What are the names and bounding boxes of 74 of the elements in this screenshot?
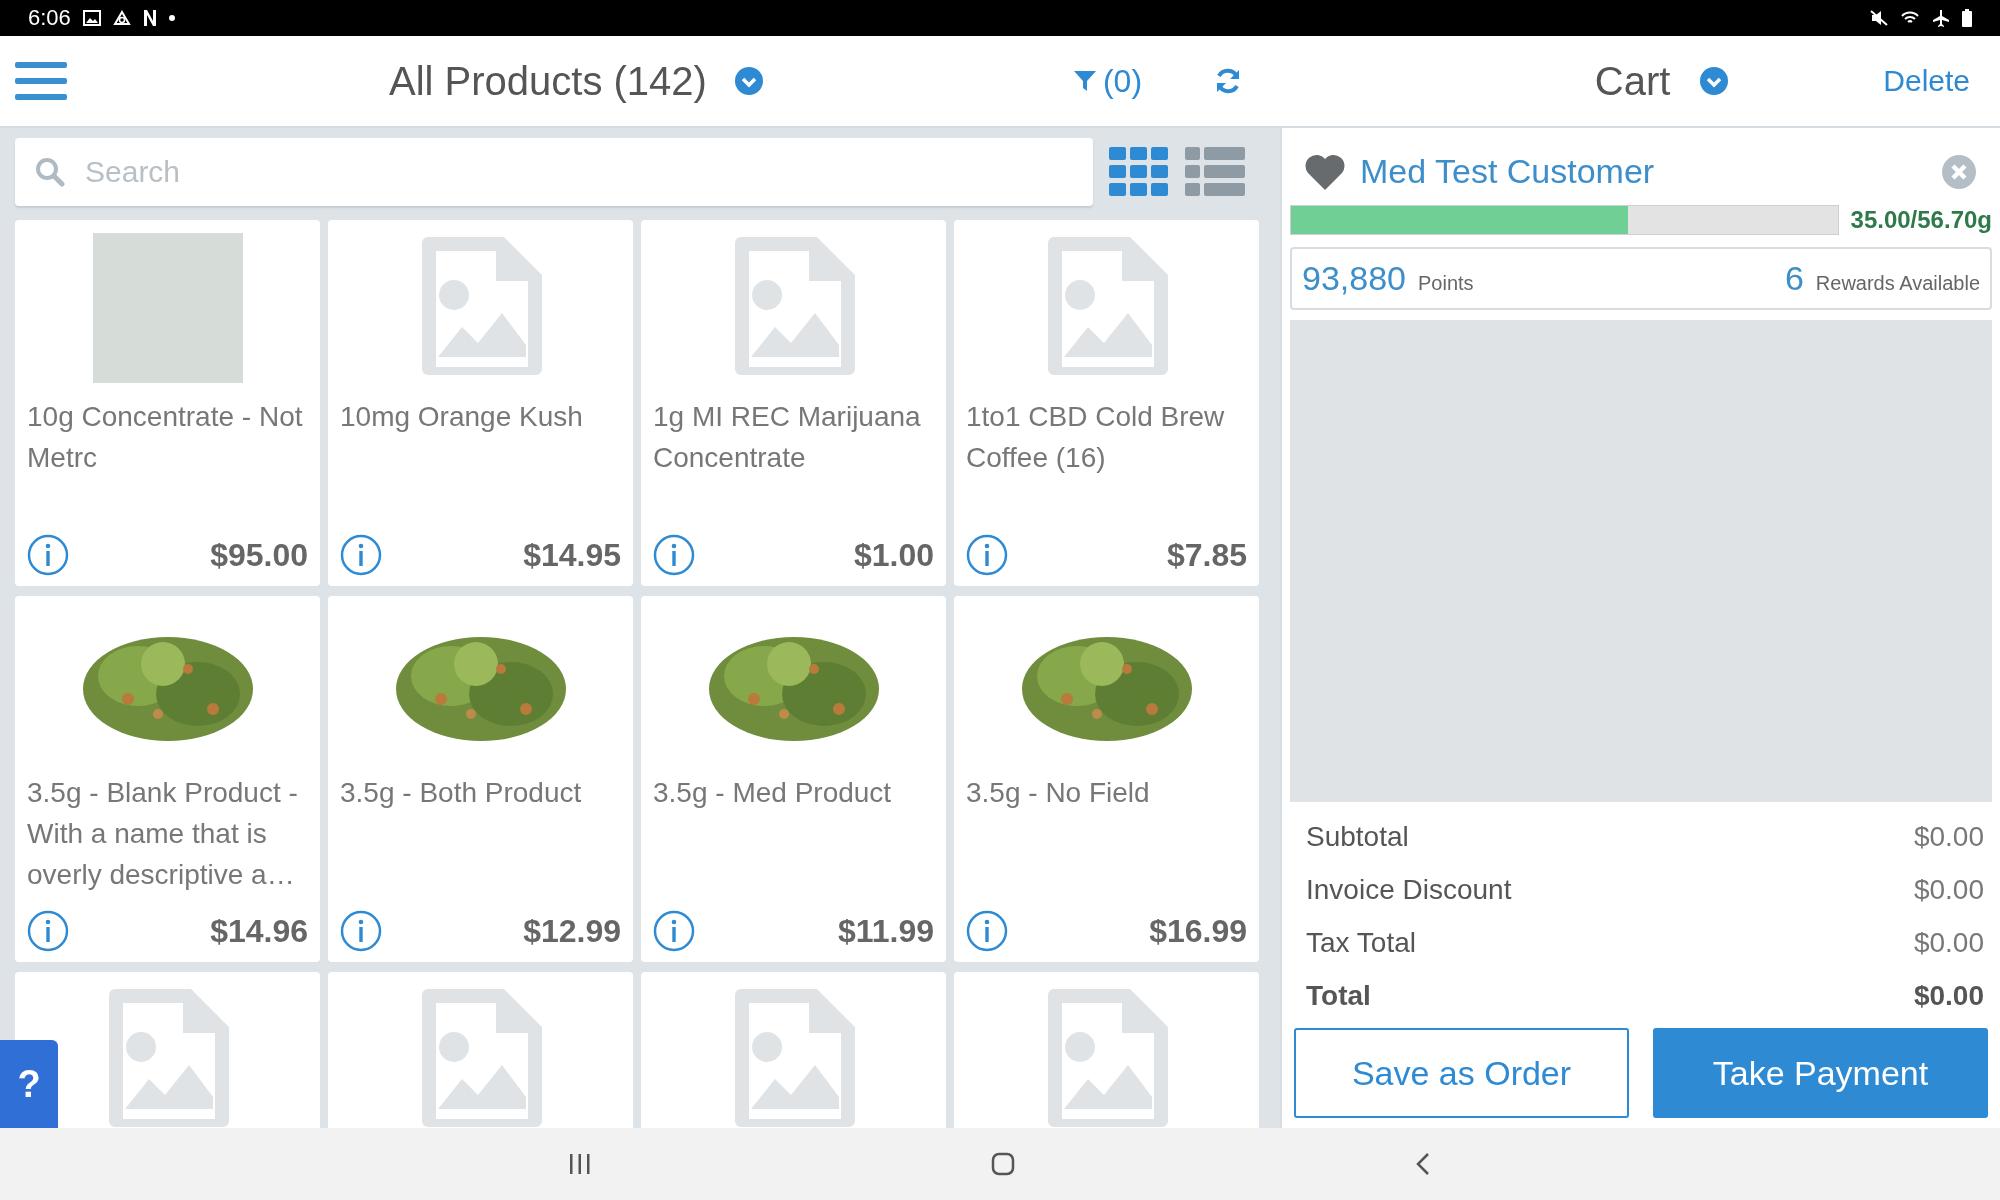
product-price: $14.95 bbox=[523, 536, 621, 574]
purchase-limit-text: 35.00/56.70g bbox=[1850, 206, 1992, 234]
total-label: Invoice Discount bbox=[1306, 873, 1512, 906]
battery-icon bbox=[1962, 9, 1972, 27]
total-value: $0.00 bbox=[1913, 873, 1984, 906]
product-card[interactable]: 1to1 CBD Cold Brew Coffee (16) $7.85 bbox=[954, 220, 1259, 586]
customer-name[interactable]: Med Test Customer bbox=[1360, 152, 1655, 191]
info-icon[interactable] bbox=[27, 534, 69, 576]
product-name: 1g MI REC Marijuana Concentrate bbox=[653, 400, 922, 475]
product-price: $16.99 bbox=[1149, 912, 1247, 950]
total-value: $0.00 bbox=[1913, 926, 1984, 959]
product-card[interactable]: 3.5g - No Field $16.99 bbox=[954, 596, 1259, 962]
back-icon[interactable] bbox=[1415, 1152, 1431, 1176]
product-price: $12.99 bbox=[523, 912, 621, 950]
product-price: $95.00 bbox=[210, 536, 308, 574]
delete-link[interactable]: Delete bbox=[1883, 64, 1970, 98]
rewards-label: Rewards Available bbox=[1815, 272, 1980, 295]
wifi-icon bbox=[1900, 10, 1920, 26]
info-icon[interactable] bbox=[966, 534, 1008, 576]
recent-apps-icon[interactable] bbox=[569, 1154, 591, 1174]
product-name: 1to1 CBD Cold Brew Coffee (16) bbox=[966, 400, 1226, 475]
triangle-icon bbox=[112, 10, 131, 26]
airplane-icon bbox=[1932, 9, 1950, 27]
category-title[interactable]: All Products (142) bbox=[389, 58, 707, 104]
product-name: 3.5g - Both Product bbox=[340, 776, 583, 810]
take-payment-button[interactable]: Take Payment bbox=[1653, 1028, 1988, 1118]
product-name: 3.5g - Med Product bbox=[653, 776, 893, 810]
image-icon bbox=[82, 10, 101, 26]
clock: 6:06 bbox=[28, 5, 71, 31]
product-price: $1.00 bbox=[853, 536, 934, 574]
grid-view-icon[interactable] bbox=[1109, 147, 1169, 197]
product-card[interactable]: 10g Concentrate - Not Metrc $95.00 bbox=[15, 220, 320, 586]
product-card[interactable]: 3.5g - Blank Product - With a name that is overly descriptive a… $14.96 bbox=[15, 596, 320, 962]
cart-title: Cart bbox=[1594, 58, 1671, 104]
info-icon[interactable] bbox=[653, 910, 695, 952]
product-price: $7.85 bbox=[1166, 536, 1247, 574]
total-label: Subtotal bbox=[1306, 820, 1409, 853]
product-price: $11.99 bbox=[837, 912, 934, 950]
menu-icon[interactable] bbox=[15, 62, 67, 100]
product-card[interactable]: 10mg Orange Kush $14.95 bbox=[328, 220, 633, 586]
close-icon[interactable] bbox=[1942, 154, 1976, 189]
list-view-icon[interactable] bbox=[1185, 147, 1245, 197]
letter-n-icon bbox=[142, 9, 157, 27]
product-card[interactable]: 1g MI REC Marijuana Concentrate $1.00 bbox=[641, 220, 946, 586]
product-name: 3.5g - Blank Product - With a name that is overly descriptive a… bbox=[27, 776, 299, 892]
info-icon[interactable] bbox=[653, 534, 695, 576]
total-label: Tax Total bbox=[1306, 926, 1416, 959]
rewards-count: 6 bbox=[1784, 259, 1804, 298]
mute-icon bbox=[1870, 10, 1888, 26]
info-icon[interactable] bbox=[340, 534, 382, 576]
product-price: $14.96 bbox=[210, 912, 308, 950]
chevron-down-icon[interactable] bbox=[1700, 67, 1729, 95]
help-button[interactable]: ? bbox=[0, 1040, 58, 1128]
home-icon[interactable] bbox=[991, 1152, 1015, 1176]
chevron-down-icon[interactable] bbox=[734, 67, 763, 95]
heart-icon[interactable] bbox=[1304, 153, 1346, 190]
product-card[interactable]: 3.5g - Both Product $12.99 bbox=[328, 596, 633, 962]
save-as-order-button[interactable]: Save as Order bbox=[1294, 1028, 1629, 1118]
info-icon[interactable] bbox=[966, 910, 1008, 952]
info-icon[interactable] bbox=[340, 910, 382, 952]
product-card[interactable]: 3.5g - Med Product $11.99 bbox=[641, 596, 946, 962]
search-field[interactable]: Search bbox=[15, 138, 1093, 206]
points-label: Points bbox=[1418, 272, 1474, 295]
dot-icon bbox=[168, 15, 175, 21]
product-name: 10g Concentrate - Not Metrc bbox=[27, 400, 304, 475]
info-icon[interactable] bbox=[27, 910, 69, 952]
product-name: 3.5g - No Field bbox=[966, 776, 1151, 810]
filter-button[interactable]: (0) bbox=[1072, 62, 1143, 100]
filter-icon bbox=[1072, 69, 1097, 93]
total-label: Total bbox=[1306, 979, 1371, 1012]
product-name: 10mg Orange Kush bbox=[340, 400, 584, 434]
total-value: $0.00 bbox=[1913, 820, 1984, 853]
points-value: 93,880 bbox=[1302, 259, 1406, 298]
total-value: $0.00 bbox=[1913, 979, 1984, 1012]
